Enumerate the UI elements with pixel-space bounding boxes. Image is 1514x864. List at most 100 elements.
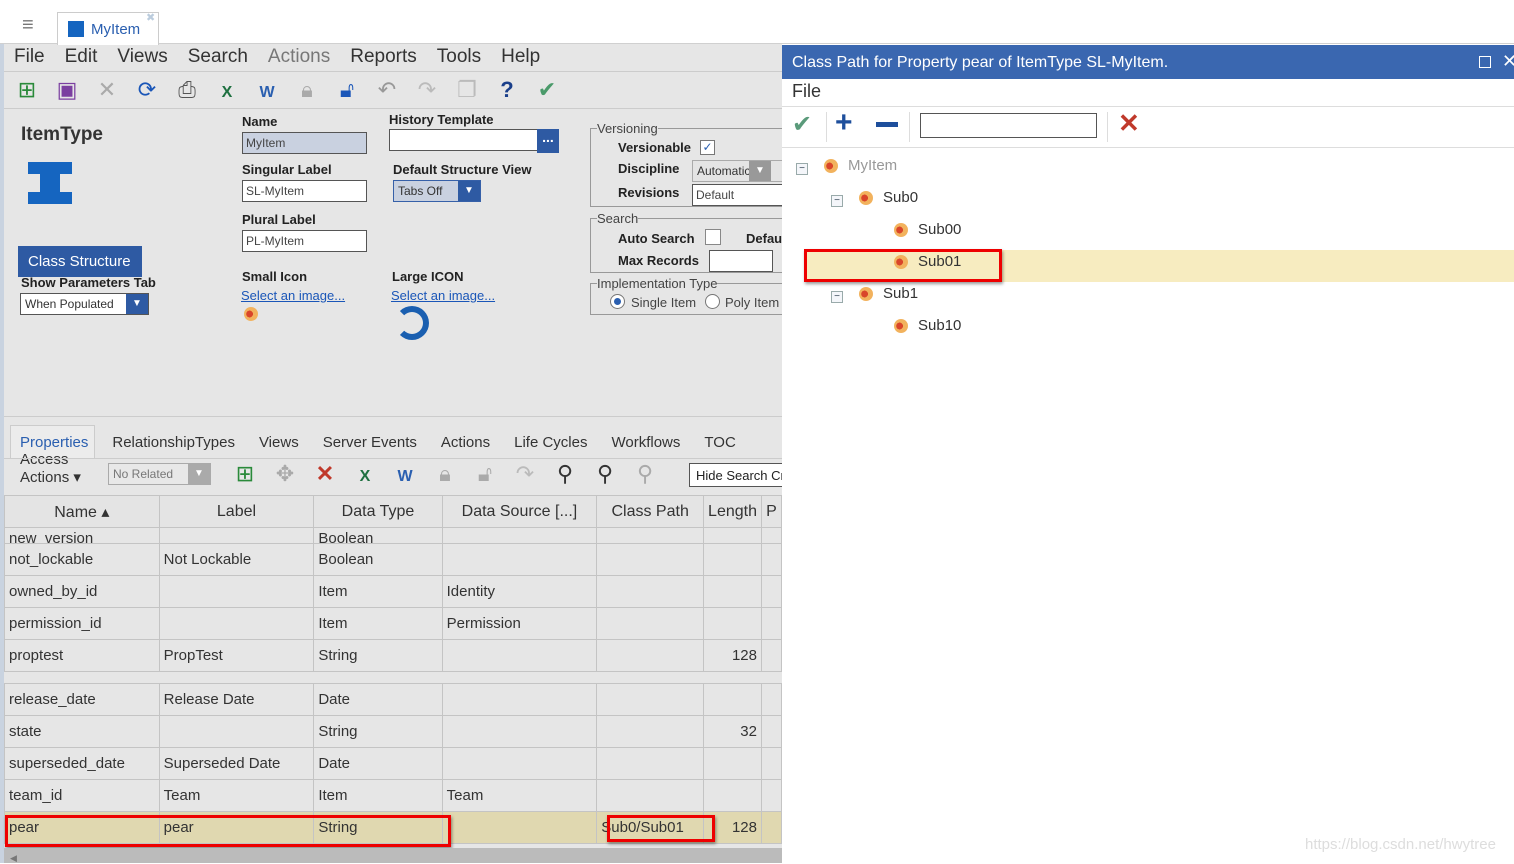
structure-view-select[interactable]: Tabs Off ▼: [393, 180, 481, 202]
menu-tools[interactable]: Tools: [437, 46, 481, 67]
no-related-select[interactable]: No Related ▼: [108, 463, 211, 485]
unlock-icon[interactable]: 🔓︎: [334, 77, 360, 103]
pick-icon[interactable]: ✥: [272, 461, 298, 487]
collapse-all-icon[interactable]: [876, 122, 898, 127]
table-row[interactable]: owned_by_id Item Identity: [4, 575, 782, 608]
revisions-field[interactable]: Default: [692, 184, 786, 206]
show-params-select[interactable]: When Populated ▼: [20, 293, 149, 315]
column-header[interactable]: Data Type: [313, 495, 443, 528]
clear-search-icon[interactable]: ⚲: [592, 461, 618, 487]
undo-icon[interactable]: ↶: [374, 77, 400, 103]
menu-help[interactable]: Help: [501, 46, 540, 67]
tab-actions[interactable]: Actions: [441, 434, 490, 451]
collapse-toggle-icon[interactable]: −: [796, 163, 808, 175]
name-field[interactable]: MyItem: [242, 132, 367, 154]
add-row-icon[interactable]: ⊞: [232, 461, 258, 487]
max-records-field[interactable]: [709, 250, 773, 272]
help-icon[interactable]: ?: [494, 77, 520, 103]
column-header[interactable]: Data Source [...]: [441, 495, 598, 528]
tab-life-cycles[interactable]: Life Cycles: [514, 434, 587, 451]
class-path-dialog: Class Path for Property pear of ItemType…: [782, 44, 1514, 863]
word-icon[interactable]: W: [254, 80, 280, 106]
done-icon[interactable]: ✔: [534, 77, 560, 103]
discipline-select[interactable]: Automatic ▼: [692, 160, 784, 182]
tab-views[interactable]: Views: [259, 434, 299, 451]
menu-search[interactable]: Search: [188, 46, 248, 67]
lock-icon[interactable]: 🔒︎: [432, 461, 458, 487]
versionable-checkbox[interactable]: ✓: [700, 140, 715, 155]
tab-myitem[interactable]: MyItem ✖: [57, 12, 159, 45]
tree-node[interactable]: MyItem: [824, 157, 897, 174]
close-tab-icon[interactable]: ✖: [146, 11, 155, 24]
menu-actions[interactable]: Actions: [268, 46, 330, 67]
tree-node[interactable]: Sub0: [859, 189, 918, 206]
history-template-browse-button[interactable]: ...: [537, 129, 559, 153]
actions-dropdown[interactable]: Actions ▾: [20, 468, 81, 486]
table-row[interactable]: state String 32: [4, 715, 782, 748]
confirm-icon[interactable]: ✔: [792, 110, 812, 139]
tab-server-events[interactable]: Server Events: [323, 434, 417, 451]
unlock-icon[interactable]: 🔓︎: [472, 461, 498, 487]
column-header[interactable]: P: [760, 495, 782, 528]
promote-icon[interactable]: ↷: [512, 461, 538, 487]
single-item-radio[interactable]: [610, 294, 625, 309]
history-template-field[interactable]: [389, 129, 539, 151]
column-header[interactable]: Class Path: [596, 495, 705, 528]
lock-icon[interactable]: 🔒︎: [294, 77, 320, 103]
collapse-toggle-icon[interactable]: −: [831, 195, 843, 207]
tab-workflows[interactable]: Workflows: [611, 434, 680, 451]
collapse-toggle-icon[interactable]: −: [831, 291, 843, 303]
singular-label-field[interactable]: SL-MyItem: [242, 180, 367, 202]
delete-row-icon[interactable]: ✕: [312, 461, 338, 487]
close-icon[interactable]: ✕: [1502, 51, 1514, 72]
table-row[interactable]: team_id Team Item Team: [4, 779, 782, 812]
new-item-icon[interactable]: ⊞: [14, 77, 40, 103]
save-icon[interactable]: ▣: [54, 77, 80, 103]
column-header[interactable]: Name ▴: [4, 495, 160, 528]
maximize-icon[interactable]: [1479, 56, 1491, 68]
dialog-menu-file[interactable]: File: [792, 81, 821, 102]
plural-label-field[interactable]: PL-MyItem: [242, 230, 367, 252]
excel-icon[interactable]: X: [352, 464, 378, 490]
table-row[interactable]: permission_id Item Permission: [4, 607, 782, 640]
tab-properties[interactable]: Properties: [20, 434, 88, 451]
itemtype-form-panel: File Edit Views Search Actions Reports Tools He…: [0, 0, 790, 863]
word-icon[interactable]: W: [392, 464, 418, 490]
table-row[interactable]: superseded_date Superseded Date Date: [4, 747, 782, 780]
promote-icon[interactable]: ↷: [414, 77, 440, 103]
table-cell: [441, 543, 598, 576]
tree-search-field[interactable]: [920, 113, 1097, 138]
table-row[interactable]: proptest PropTest String 128: [4, 639, 782, 672]
clear-icon[interactable]: ✕: [1118, 108, 1140, 139]
tree-node[interactable]: Sub1: [859, 285, 918, 302]
large-icon-select-link[interactable]: Select an image...: [391, 288, 495, 303]
table-cell: [760, 779, 782, 812]
horizontal-scrollbar[interactable]: ◀: [4, 848, 782, 863]
tab-relationship-types[interactable]: RelationshipTypes: [112, 434, 235, 451]
table-row[interactable]: release_date Release Date Date: [4, 683, 782, 716]
search-disabled-icon[interactable]: ⚲: [632, 461, 658, 487]
print-icon[interactable]: ⎙: [174, 77, 200, 103]
menu-reports[interactable]: Reports: [350, 46, 417, 67]
menu-file[interactable]: File: [14, 46, 45, 67]
poly-item-radio[interactable]: [705, 294, 720, 309]
refresh-icon[interactable]: ⟳: [134, 77, 160, 103]
tree-node[interactable]: Sub00: [894, 221, 961, 238]
hamburger-menu-icon[interactable]: ≡: [22, 14, 34, 37]
small-icon-select-link[interactable]: Select an image...: [241, 288, 345, 303]
auto-search-checkbox[interactable]: [705, 229, 721, 245]
discard-icon[interactable]: ✕: [94, 77, 120, 103]
expand-all-icon[interactable]: +: [835, 106, 853, 140]
copy-icon[interactable]: ❐: [454, 77, 480, 103]
hide-search-criteria-button[interactable]: Hide Search Cr: [689, 463, 789, 487]
column-header[interactable]: Length: [703, 495, 762, 528]
menu-edit[interactable]: Edit: [65, 46, 98, 67]
column-header[interactable]: Label: [158, 495, 315, 528]
tree-node[interactable]: Sub10: [894, 317, 961, 334]
table-row[interactable]: not_lockable Not Lockable Boolean: [4, 543, 782, 576]
menu-views[interactable]: Views: [117, 46, 167, 67]
excel-icon[interactable]: X: [214, 80, 240, 106]
class-structure-button[interactable]: Class Structure: [18, 246, 142, 277]
table-row[interactable]: new_version Boolean: [4, 527, 782, 544]
run-search-icon[interactable]: ⚲: [552, 461, 578, 487]
